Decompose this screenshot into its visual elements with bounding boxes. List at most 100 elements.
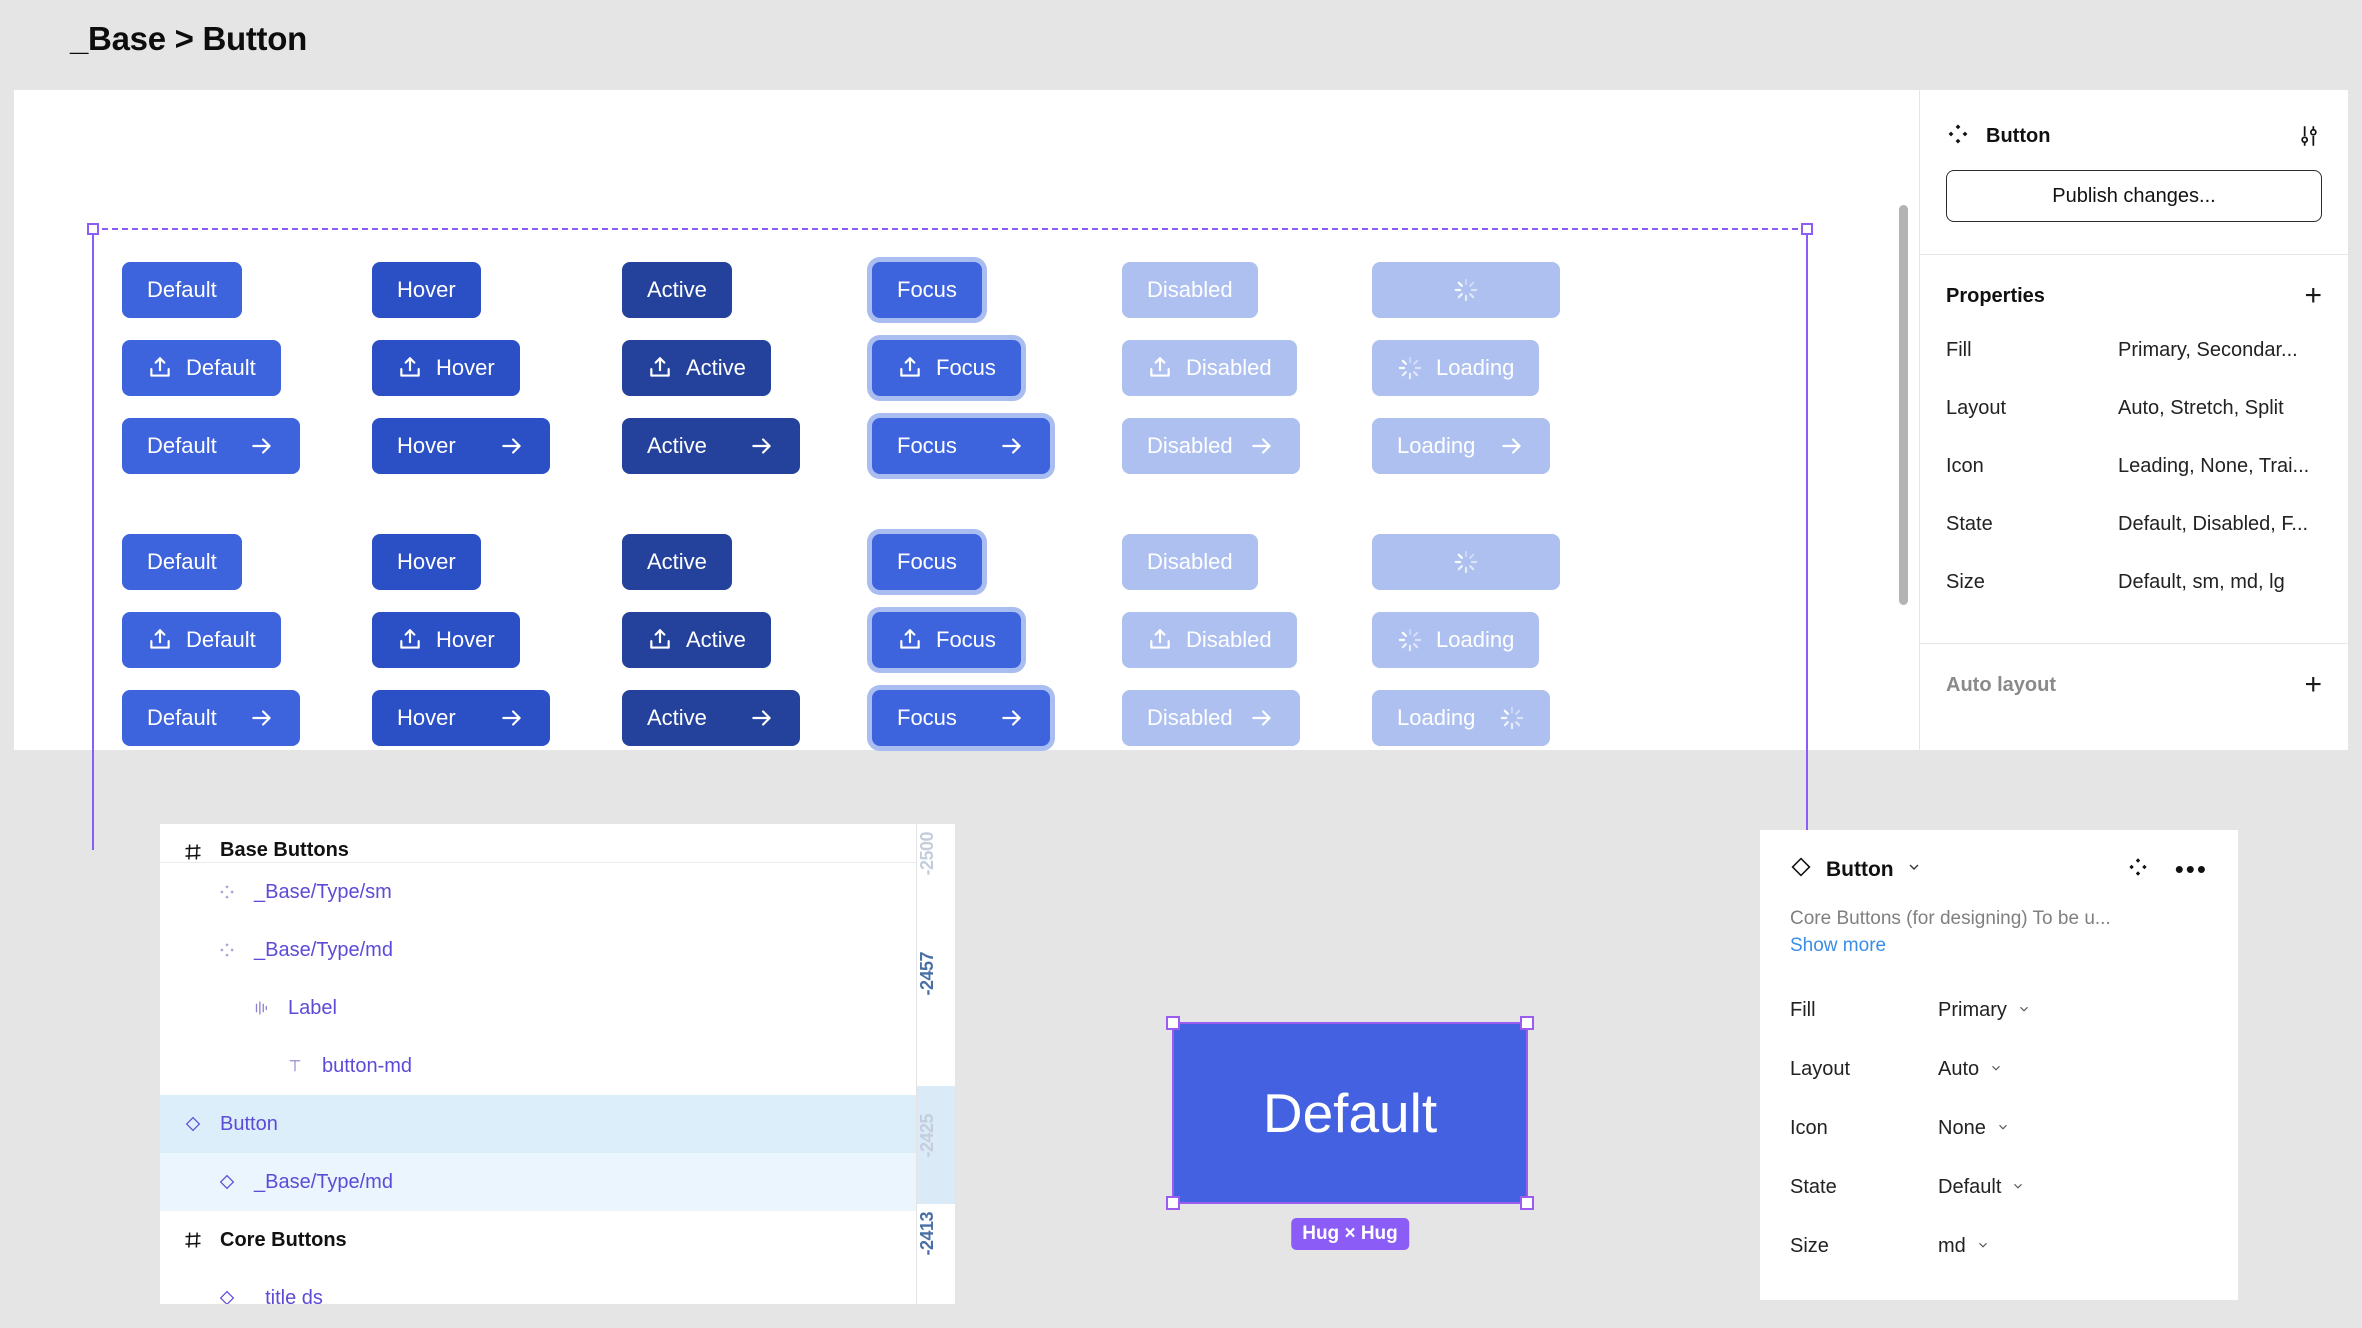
- show-more-link[interactable]: Show more: [1760, 933, 2238, 957]
- inspector-value-dropdown[interactable]: md: [1938, 1235, 1990, 1258]
- button-loading-no-icon: [1372, 262, 1560, 318]
- button-disabled-no-icon: Disabled: [1122, 262, 1258, 318]
- property-value: Leading, None, Trai...: [2118, 454, 2310, 477]
- resize-handle-top-left[interactable]: [87, 223, 99, 235]
- layers-panel[interactable]: Base Buttons _Base/Type/sm _Base/Type/md La…: [160, 824, 955, 1304]
- layer-label: Base Buttons: [220, 839, 349, 861]
- button-hover-trailing-icon[interactable]: Hover: [372, 418, 550, 474]
- button-hover-no-icon[interactable]: Hover: [372, 534, 481, 590]
- frame-icon: [176, 842, 210, 862]
- inspector-row[interactable]: Icon None: [1760, 1099, 2238, 1158]
- button-focus-trailing-icon[interactable]: Focus: [872, 690, 1050, 746]
- button-cell: Focus: [872, 262, 1122, 318]
- button-active-no-icon[interactable]: Active: [622, 534, 732, 590]
- button-cell: Default: [122, 612, 372, 668]
- button-label: Default: [147, 433, 217, 458]
- button-hover-leading-icon[interactable]: Hover: [372, 612, 520, 668]
- layer-row[interactable]: Label: [160, 979, 955, 1037]
- button-active-leading-icon[interactable]: Active: [622, 612, 771, 668]
- size-badge: Hug × Hug: [1291, 1218, 1409, 1250]
- component-set-icon: [1946, 122, 1970, 151]
- inspector-row[interactable]: Layout Auto: [1760, 1040, 2238, 1099]
- button-cell: Active: [622, 612, 872, 668]
- button-cell: Disabled: [1122, 340, 1372, 396]
- more-options-icon[interactable]: •••: [2175, 856, 2208, 881]
- button-loading-leading-icon: Loading: [1372, 340, 1540, 396]
- layers-list: Base Buttons _Base/Type/sm _Base/Type/md La…: [160, 824, 955, 1304]
- button-focus-no-icon[interactable]: Focus: [872, 534, 982, 590]
- button-label: Focus: [897, 549, 957, 574]
- button-default-no-icon[interactable]: Default: [122, 534, 242, 590]
- button-default-trailing-icon[interactable]: Default: [122, 418, 300, 474]
- upload-icon: [397, 627, 423, 653]
- button-hover-trailing-icon[interactable]: Hover: [372, 690, 550, 746]
- property-row[interactable]: Layout Auto, Stretch, Split: [1920, 379, 2348, 437]
- button-active-leading-icon[interactable]: Active: [622, 340, 771, 396]
- button-row-leading-icon: Default Hover Active Focus Disabled Loading: [122, 340, 1622, 396]
- add-property-icon[interactable]: +: [2304, 281, 2322, 311]
- instance-inspector-panel: Button ••• Core Buttons (for designing) …: [1760, 830, 2238, 1300]
- canvas-scrollbar[interactable]: [1899, 205, 1908, 605]
- publish-changes-button[interactable]: Publish changes...: [1946, 170, 2322, 222]
- chevron-down-icon: [2011, 1176, 2025, 1199]
- button-focus-trailing-icon[interactable]: Focus: [872, 418, 1050, 474]
- layer-label: _Base/Type/sm: [254, 880, 392, 903]
- ruler-tick: -2413: [917, 1212, 937, 1256]
- inspector-value-dropdown[interactable]: Default: [1938, 1176, 2025, 1199]
- button-focus-leading-icon[interactable]: Focus: [872, 340, 1021, 396]
- layer-row[interactable]: button-md: [160, 1037, 955, 1095]
- button-cell: Hover: [372, 262, 622, 318]
- layer-row[interactable]: _Base/Type/sm: [160, 863, 955, 921]
- button-focus-no-icon[interactable]: Focus: [872, 262, 982, 318]
- inspector-value-dropdown[interactable]: None: [1938, 1117, 2010, 1140]
- button-active-trailing-icon[interactable]: Active: [622, 418, 800, 474]
- inspector-row[interactable]: Fill Primary: [1760, 981, 2238, 1040]
- button-row-no-icon: Default Hover Active Focus Disabled: [122, 534, 1622, 590]
- tune-icon[interactable]: [2296, 123, 2322, 149]
- inspector-row[interactable]: State Default: [1760, 1158, 2238, 1217]
- button-label: Focus: [897, 277, 957, 302]
- property-row[interactable]: Fill Primary, Secondar...: [1920, 321, 2348, 379]
- layer-row[interactable]: Button: [160, 1095, 955, 1153]
- button-default-trailing-icon[interactable]: Default: [122, 690, 300, 746]
- inspector-value-dropdown[interactable]: Primary: [1938, 999, 2031, 1022]
- instance-properties-list: Fill Primary Layout Auto Icon None State Defaul…: [1760, 981, 2238, 1276]
- inspector-value-dropdown[interactable]: Auto: [1938, 1058, 2003, 1081]
- layers-ruler: -2500 -2457 -2425 -2413: [916, 824, 955, 1304]
- button-cell: Focus: [872, 612, 1122, 668]
- layer-row[interactable]: Core Buttons: [160, 1211, 955, 1269]
- inspector-value: Default: [1938, 1175, 2002, 1198]
- swap-component-icon[interactable]: [2127, 856, 2149, 883]
- button-label: Hover: [436, 355, 495, 380]
- button-label: Hover: [397, 433, 456, 458]
- property-row[interactable]: Size Default, sm, md, lg: [1920, 553, 2348, 611]
- property-row[interactable]: Icon Leading, None, Trai...: [1920, 437, 2348, 495]
- button-active-no-icon[interactable]: Active: [622, 262, 732, 318]
- component-icon: [210, 883, 244, 901]
- button-cell: Hover: [372, 690, 622, 746]
- button-default-leading-icon[interactable]: Default: [122, 612, 281, 668]
- chevron-down-icon[interactable]: [1906, 859, 1922, 880]
- button-hover-no-icon[interactable]: Hover: [372, 262, 481, 318]
- button-hover-leading-icon[interactable]: Hover: [372, 340, 520, 396]
- button-row-trailing-icon: Default Hover Active Focus Disabled Loading: [122, 418, 1622, 474]
- preview-button[interactable]: Default: [1172, 1022, 1528, 1204]
- layer-row[interactable]: _Base/Type/md: [160, 1153, 955, 1211]
- inspector-row[interactable]: Size md: [1760, 1217, 2238, 1276]
- button-default-leading-icon[interactable]: Default: [122, 340, 281, 396]
- canvas-area[interactable]: Default Hover Active Focus Disabled Default Ho…: [14, 90, 2348, 850]
- layer-row[interactable]: _Base/Type/md: [160, 921, 955, 979]
- layer-row[interactable]: _title ds: [160, 1269, 955, 1304]
- add-auto-layout-icon[interactable]: +: [2304, 670, 2322, 700]
- button-label: Active: [647, 705, 707, 730]
- layer-row[interactable]: Base Buttons: [160, 824, 955, 862]
- button-default-no-icon[interactable]: Default: [122, 262, 242, 318]
- button-active-trailing-icon[interactable]: Active: [622, 690, 800, 746]
- button-label: Focus: [936, 355, 996, 380]
- property-row[interactable]: State Default, Disabled, F...: [1920, 495, 2348, 553]
- button-focus-leading-icon[interactable]: Focus: [872, 612, 1021, 668]
- resize-handle-top-right[interactable]: [1801, 223, 1813, 235]
- button-label: Loading: [1436, 355, 1515, 380]
- upload-icon: [647, 627, 673, 653]
- page-title: _Base > Button: [70, 20, 307, 57]
